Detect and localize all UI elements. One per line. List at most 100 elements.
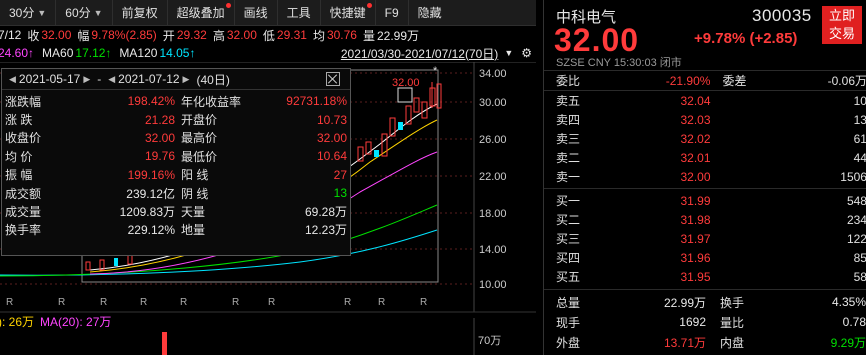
adjust-forward-button[interactable]: 前复权 xyxy=(113,0,168,25)
stat-value: 1209.83万 xyxy=(119,205,175,220)
stat-label: 量比 xyxy=(720,315,745,330)
bid-volume: 58 xyxy=(853,269,866,284)
next-end-icon[interactable]: ▶ xyxy=(183,74,190,85)
stat-value: 198.42% xyxy=(127,94,175,109)
stat-row: 涨 跌 21.28 开盘价 10.73 xyxy=(2,110,350,128)
r-marker: R xyxy=(58,297,65,308)
adjust-forward-label: 前复权 xyxy=(121,6,158,20)
info-low: 29.31 xyxy=(276,28,307,42)
info-high: 32.00 xyxy=(226,28,257,42)
ask-volume: 61 xyxy=(853,131,866,146)
ask-row[interactable]: 卖四 32.03 13 xyxy=(544,110,866,129)
tools-label: 工具 xyxy=(286,6,311,20)
stat-label: 成交额 xyxy=(5,186,42,201)
r-marker: R xyxy=(6,297,13,308)
ask-volume: 44 xyxy=(853,150,866,165)
volume-ma20: MA(20): 27万 xyxy=(40,314,112,329)
ask-price: 32.02 xyxy=(680,131,711,146)
info-close: 32.00 xyxy=(41,28,72,42)
bid-row[interactable]: 买五 31.95 58 xyxy=(544,267,866,286)
stat-value: 32.00 xyxy=(144,130,175,145)
info-avg-label: 均 xyxy=(312,28,325,43)
next-start-icon[interactable]: ▶ xyxy=(83,74,90,85)
bid-price: 31.97 xyxy=(680,231,711,246)
bid-price: 31.99 xyxy=(680,193,711,208)
r-marker: R xyxy=(232,297,239,308)
prev-start-icon[interactable]: ◀ xyxy=(9,74,16,85)
bid-label: 买四 xyxy=(556,251,581,265)
weibi-label: 委比 xyxy=(556,74,581,88)
bid-volume: 85 xyxy=(853,250,866,265)
y-tick: 22.00 xyxy=(479,171,507,183)
stat-value: 12.23万 xyxy=(304,223,347,238)
stat-label: 换手 xyxy=(720,295,745,310)
stat-row: 收盘价 32.00 最高价 32.00 xyxy=(2,129,350,147)
stat-label: 内盘 xyxy=(720,335,745,350)
bid-label: 买五 xyxy=(556,270,581,284)
ask-row[interactable]: 卖二 32.01 44 xyxy=(544,148,866,167)
f9-button[interactable]: F9 xyxy=(376,0,409,25)
close-icon[interactable] xyxy=(326,72,340,86)
draw-line-button[interactable]: 画线 xyxy=(235,0,278,25)
stat-row: 涨跌幅 198.42% 年化收益率 92731.18% xyxy=(2,92,350,110)
tools-button[interactable]: 工具 xyxy=(278,0,321,25)
stat-label: 开盘价 xyxy=(181,113,218,128)
stat-row: 成交额 239.12亿阴 线 13 xyxy=(2,184,350,202)
hide-button[interactable]: 隐藏 xyxy=(409,0,451,25)
info-high-label: 高 xyxy=(212,28,225,43)
stat-label: 天量 xyxy=(181,205,206,220)
super-overlay-button[interactable]: 超级叠加 xyxy=(168,0,235,25)
info-change: 9.78%(2.85) xyxy=(91,28,157,42)
end-date[interactable]: 2021-07-12 xyxy=(118,72,179,86)
stat-label: 涨跌幅 xyxy=(5,94,42,109)
stat-label: 涨 跌 xyxy=(5,113,33,128)
ask-row[interactable]: 卖五 32.04 10 xyxy=(544,91,866,110)
chevron-down-icon: ▼ xyxy=(37,7,47,18)
shortcut-keys-button[interactable]: 快捷键 xyxy=(321,0,376,25)
range-stats-popup: ◀ 2021-05-17 ▶ - ◀ 2021-07-12 ▶ (40日) 涨跌… xyxy=(1,68,351,256)
y-tick: 34.00 xyxy=(479,68,507,80)
volume-axis-label: 70万 xyxy=(478,335,502,347)
days-count: (40日) xyxy=(196,72,230,87)
bid-row[interactable]: 买四 31.96 85 xyxy=(544,248,866,267)
stat-value: 13.71万 xyxy=(663,335,706,350)
draw-line-label: 画线 xyxy=(243,6,268,20)
volume-ma5: ): 26万 xyxy=(0,314,35,329)
bid-row[interactable]: 买三 31.97 122 xyxy=(544,229,866,248)
start-date[interactable]: 2021-05-17 xyxy=(19,72,80,86)
ma60-label: MA60 xyxy=(42,46,74,60)
divider xyxy=(544,188,866,189)
stat-label: 最低价 xyxy=(181,149,218,164)
stat-value: 229.12% xyxy=(127,222,175,237)
period-60min-dropdown[interactable]: 60分 ▼ xyxy=(56,0,113,25)
stat-row: 外盘 13.71万 内盘 9.29万 xyxy=(544,332,866,352)
info-volume-label: 量 xyxy=(362,28,375,43)
ask-volume: 13 xyxy=(853,112,866,127)
shortcut-keys-label: 快捷键 xyxy=(329,6,366,20)
date-separator: - xyxy=(97,72,102,86)
period-30min-dropdown[interactable]: 30分 ▼ xyxy=(0,0,57,25)
stat-value: 22.99万 xyxy=(663,295,706,310)
prev-end-icon[interactable]: ◀ xyxy=(108,74,115,85)
trade-now-button[interactable]: 立即 交易 xyxy=(822,6,862,44)
ask-row[interactable]: 卖一 32.00 1506 xyxy=(544,167,866,186)
stat-label: 地量 xyxy=(181,223,206,238)
stat-label: 总量 xyxy=(556,295,581,310)
ma120-value: 14.05↑ xyxy=(159,46,196,60)
r-marker: R xyxy=(420,297,427,308)
bid-price: 31.95 xyxy=(680,269,711,284)
stat-row: 成交量 1209.83万 天量 69.28万 xyxy=(2,202,350,220)
y-tick: 18.00 xyxy=(479,208,507,220)
period-60min-label: 60分 xyxy=(65,6,91,20)
settings-icon[interactable]: ⚙ xyxy=(521,46,532,60)
y-tick: 10.00 xyxy=(479,279,507,291)
bid-row[interactable]: 买一 31.99 548 xyxy=(544,191,866,210)
stat-label: 换手率 xyxy=(5,223,42,238)
bid-row[interactable]: 买二 31.98 234 xyxy=(544,210,866,229)
ask-row[interactable]: 卖三 32.02 61 xyxy=(544,129,866,148)
stat-label: 现手 xyxy=(556,315,581,330)
info-open: 29.32 xyxy=(176,28,207,42)
weicha-label: 委差 xyxy=(722,74,747,88)
range-dropdown-icon[interactable]: ▼ xyxy=(504,48,513,58)
stat-label: 年化收益率 xyxy=(181,94,242,109)
